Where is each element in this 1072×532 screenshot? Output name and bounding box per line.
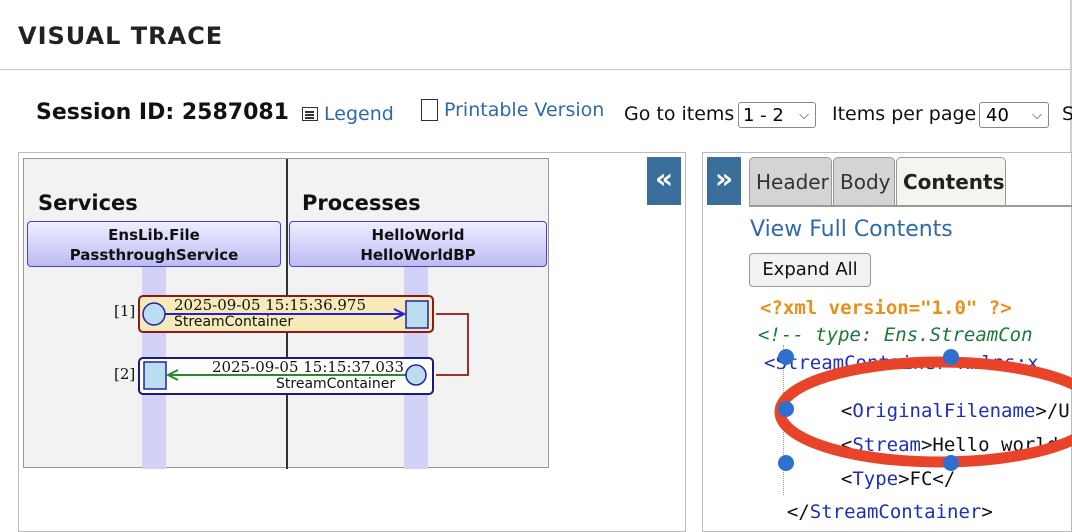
actor-name: HelloWorld: [371, 226, 465, 244]
actor-helloworld-bp[interactable]: HelloWorld HelloWorldBP: [289, 221, 547, 267]
column-title-processes: Processes: [302, 191, 421, 215]
session-id: Session ID: 2587081: [36, 100, 289, 125]
items-per-page-select[interactable]: 40 ⌵: [979, 102, 1049, 128]
sequence-diagram: Services Processes EnsLib.File Passthrou…: [23, 158, 549, 469]
chevron-down-icon: ⌵: [1032, 107, 1042, 123]
tab-body[interactable]: Body: [833, 157, 895, 205]
items-per-page-label: Items per page: [832, 103, 977, 125]
tab-contents[interactable]: Contents: [896, 157, 1006, 205]
goto-items-label: Go to items: [624, 103, 735, 125]
goto-items-value: 1 - 2: [743, 104, 784, 126]
actor-passthrough-service[interactable]: EnsLib.File PassthroughService: [27, 221, 281, 267]
actor-class: HelloWorldBP: [360, 246, 476, 264]
legend-link[interactable]: Legend: [302, 103, 394, 125]
xml-root-close[interactable]: </StreamContainer>: [764, 479, 993, 523]
items-per-page-value: 40: [986, 104, 1009, 126]
xml-comment: <!-- type: Ens.StreamCon: [758, 324, 1033, 346]
toolbar: Session ID: 2587081 Legend Printable Ver…: [0, 96, 1072, 136]
xml-tag-name: StreamContainer: [809, 501, 982, 523]
goto-items-select[interactable]: 1 - 2 ⌵: [738, 102, 816, 128]
message-type: StreamContainer: [174, 314, 294, 330]
list-icon: [302, 107, 318, 121]
message-index: [1]: [114, 302, 136, 320]
legend-label: Legend: [324, 103, 394, 125]
trace-diagram-panel: Services Processes EnsLib.File Passthrou…: [18, 152, 686, 532]
xml-root-open[interactable]: <StreamContainer xmlns:x: [764, 352, 1039, 374]
view-full-contents-link[interactable]: View Full Contents: [750, 217, 953, 242]
message-type: StreamContainer: [276, 376, 396, 392]
xml-declaration: <?xml version="1.0" ?>: [760, 297, 1012, 319]
message-time: 2025-09-05 15:15:37.033: [212, 358, 405, 376]
message-time: 2025-09-05 15:15:36.975: [174, 296, 367, 314]
page-title: VISUAL TRACE: [18, 22, 224, 50]
expand-all-button[interactable]: Expand All: [749, 253, 871, 287]
chevron-down-icon: ⌵: [799, 107, 809, 123]
collapse-panel-button[interactable]: «: [647, 157, 681, 205]
message-index: [2]: [114, 365, 136, 383]
printable-version-link[interactable]: Printable Version: [421, 99, 604, 121]
truncated-toolbar-text: S: [1062, 103, 1072, 125]
column-title-services: Services: [38, 191, 138, 215]
actor-class: PassthroughService: [69, 246, 239, 264]
response-connector: [436, 313, 469, 376]
top-bar: VISUAL TRACE: [0, 0, 1072, 70]
tab-header[interactable]: Header: [749, 157, 832, 205]
actor-name: EnsLib.File: [108, 226, 200, 244]
expand-panel-button[interactable]: »: [707, 157, 741, 205]
tab-strip-border: [749, 205, 1072, 207]
printable-label: Printable Version: [444, 99, 605, 121]
document-icon: [421, 99, 438, 121]
